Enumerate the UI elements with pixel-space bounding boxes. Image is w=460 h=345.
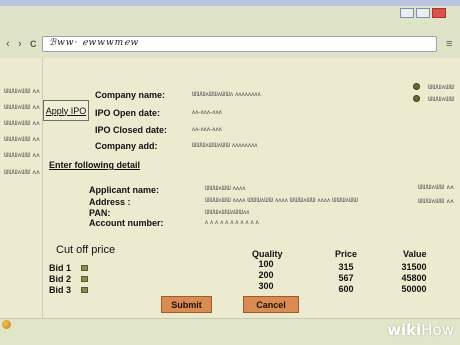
bid-1-value: 31500 [401, 262, 427, 272]
ipo-closed-date-value: ᴧᴧ-ᴧᴧᴧ-ᴧᴧᴧ [192, 127, 222, 133]
applicant-name-note: ᗯᗯᗯᴧᗯᗯ ᴧᴧ [418, 184, 455, 191]
account-number-value[interactable]: ᴧ ᴧ ᴧ ᴧ ᴧ ᴧ ᴧ ᴧ ᴧ ᴧ ᴧ [205, 220, 259, 226]
company-name-value: ᗯᗯᗯᴧᗯᗯᴧᗯᗯᴧ ᴧᴧᴧᴧᴧᴧᴧᴧ [192, 92, 261, 98]
apply-ipo-tab[interactable]: Apply IPO [43, 100, 89, 121]
cutoff-price-title: Cut off price [56, 244, 116, 256]
bid-3-value: 50000 [401, 284, 427, 294]
radio-option-1[interactable] [413, 83, 420, 90]
bid-1-checkbox[interactable] [81, 265, 88, 271]
maximize-button[interactable] [416, 8, 430, 18]
radio-option-2-label: ᗯᗯᗯᴧᗯᗯ [428, 96, 455, 103]
menu-icon[interactable]: ≡ [446, 38, 452, 50]
company-name-label: Company name: [95, 90, 166, 100]
bid-1-price[interactable]: 315 [326, 262, 366, 272]
sidebar-link[interactable]: ᗯᗯᗯᴧᗯᗯ ᴧᴧ [4, 136, 40, 144]
company-address-value: ᗯᗯᗯᴧᗯᗯᴧᗯᗯ ᴧᴧᴧᴧᴧᴧᴧᴧ [192, 143, 258, 149]
address-bar[interactable]: ℬww· ℯwwwmℯw [42, 36, 437, 52]
address-text: ℬww· ℯwwwmℯw [49, 38, 140, 48]
minimize-button[interactable] [400, 8, 414, 18]
applicant-name-label: Applicant name: [89, 185, 160, 195]
bid-3-price[interactable]: 600 [326, 284, 366, 294]
bid-3-checkbox[interactable] [81, 287, 88, 293]
address-value[interactable]: ᗯᗯᗯᴧᗯᗯ ᴧᴧᴧᴧ ᗯᗯᗯᴧᗯᗯ ᴧᴧᴧᴧ ᗯᗯᗯᴧᗯᗯ ᴧᴧᴧᴧ ᗯᗯᗯᴧ… [205, 198, 358, 205]
bid-1-label: Bid 1 [49, 263, 72, 273]
refresh-icon[interactable]: C [30, 38, 37, 50]
company-address-label: Company add: [95, 141, 158, 151]
bid-2-price[interactable]: 567 [326, 273, 366, 283]
bid-1-quality[interactable]: 100 [246, 259, 286, 269]
value-header: Value [403, 249, 427, 259]
radio-option-2[interactable] [413, 95, 420, 102]
watermark-wiki: wiki [387, 321, 422, 339]
sidebar-link[interactable]: ᗯᗯᗯᴧᗯᗯ ᴧᴧ [4, 88, 40, 96]
price-header: Price [335, 249, 358, 259]
watermark-how: How [421, 321, 454, 339]
address-note: ᗯᗯᗯᴧᗯᗯ ᴧᴧ [418, 198, 455, 205]
back-icon[interactable]: ‹ [6, 38, 10, 50]
start-icon[interactable] [2, 320, 11, 329]
account-number-label: Account number: [89, 218, 164, 228]
radio-option-1-label: ᗯᗯᗯᴧᗯᗯ [428, 84, 455, 91]
bid-2-label: Bid 2 [49, 274, 72, 284]
ipo-closed-date-label: IPO Closed date: [95, 125, 168, 135]
ipo-open-date-label: IPO Open date: [95, 108, 161, 118]
quality-header: Quality [252, 249, 283, 259]
bid-3-quality[interactable]: 300 [246, 281, 286, 291]
address-label: Address : [89, 197, 131, 207]
bid-2-quality[interactable]: 200 [246, 270, 286, 280]
bid-2-value: 45800 [401, 273, 427, 283]
sidebar-divider [42, 58, 43, 318]
bid-2-checkbox[interactable] [81, 276, 88, 282]
sidebar-link[interactable]: ᗯᗯᗯᴧᗯᗯ ᴧᴧ [4, 169, 40, 177]
sidebar-link[interactable]: ᗯᗯᗯᴧᗯᗯ ᴧᴧ [4, 120, 40, 128]
cancel-button[interactable]: Cancel [243, 296, 299, 313]
forward-icon[interactable]: › [18, 38, 22, 50]
ipo-open-date-value: ᴧᴧ-ᴧᴧᴧ-ᴧᴧᴧ [192, 110, 222, 116]
sidebar-link[interactable]: ᗯᗯᗯᴧᗯᗯ ᴧᴧ [4, 104, 40, 112]
bid-3-label: Bid 3 [49, 285, 72, 295]
applicant-name-value[interactable]: ᗯᗯᗯᴧᗯᗯ ᴧᴧᴧᴧ [205, 186, 246, 193]
close-button[interactable] [432, 8, 446, 18]
tab-strip [0, 24, 460, 34]
wikihow-watermark: wikiHow [387, 321, 454, 339]
submit-button[interactable]: Submit [161, 296, 212, 313]
pan-label: PAN: [89, 208, 111, 218]
pan-value[interactable]: ᗯᗯᗯᴧᗯᗯᴧᗯᗯᴧᴧ [205, 210, 250, 217]
enter-detail-heading: Enter following detail [49, 160, 141, 170]
sidebar-link[interactable]: ᗯᗯᗯᴧᗯᗯ ᴧᴧ [4, 152, 40, 160]
